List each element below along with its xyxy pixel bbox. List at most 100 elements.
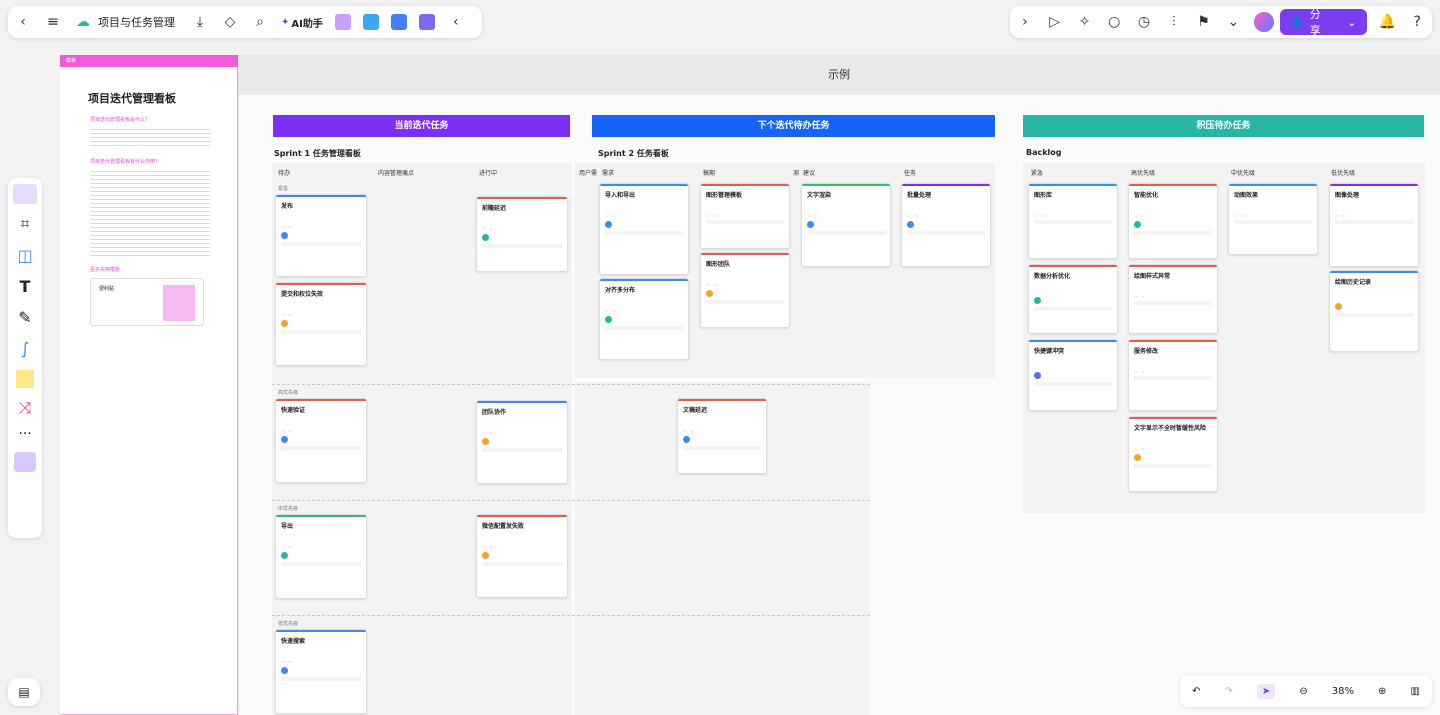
task-card[interactable]: 快速验证: [275, 398, 367, 483]
col-suggest: 建议: [803, 170, 816, 177]
task-card[interactable]: 微信配置发失败: [476, 514, 568, 598]
text-icon[interactable]: T: [8, 277, 42, 296]
task-card[interactable]: 数据分析优化: [1028, 264, 1118, 334]
undo-icon[interactable]: ↶: [1192, 686, 1200, 697]
bell-icon[interactable]: 🔔: [1373, 7, 1403, 37]
task-card[interactable]: 图形团队: [700, 252, 790, 328]
chevron-down-icon[interactable]: ⌄: [1347, 16, 1356, 29]
task-card[interactable]: 文稿延迟: [677, 398, 767, 474]
celebrate-icon[interactable]: ✧: [1070, 7, 1100, 37]
shape-icon[interactable]: ◫: [8, 246, 42, 265]
collapse-icon[interactable]: ‹: [441, 7, 471, 37]
menu-icon[interactable]: ≡: [38, 7, 68, 37]
task-card[interactable]: 图形库: [1028, 183, 1118, 259]
timer-icon[interactable]: ◷: [1129, 7, 1159, 37]
zoom-out-icon[interactable]: ⊖: [1299, 686, 1307, 697]
book-icon[interactable]: ▥: [1410, 686, 1419, 697]
col-req: 需求: [602, 170, 615, 177]
doc-title[interactable]: 项目与任务管理: [98, 14, 175, 30]
lane-low: 低优先级: [278, 621, 299, 627]
zoom-toolbar: ↶ ↷ ➤ ⊖ 38% ⊕ ▥: [1180, 675, 1432, 707]
image-plugin-icon[interactable]: [334, 14, 351, 30]
task-card[interactable]: 导入和导出: [599, 183, 689, 275]
p-plugin-icon[interactable]: [362, 14, 379, 30]
card-title: 快速搜索: [281, 638, 306, 645]
play-icon[interactable]: ▷: [1040, 7, 1070, 37]
card-title: 图像处理: [1335, 192, 1360, 199]
card-title: 动图效果: [1234, 192, 1259, 199]
lane-divider: [272, 384, 870, 385]
col-doing: 进行中: [479, 170, 498, 177]
task-card[interactable]: 绘图历史记录: [1329, 270, 1419, 352]
task-card[interactable]: 快速搜索: [275, 629, 367, 714]
select-icon[interactable]: ➤: [1256, 683, 1276, 699]
lane-mid: 中优先级: [278, 506, 299, 512]
card-title: 图形管理模板: [706, 192, 743, 199]
sticky-template[interactable]: 便利贴: [90, 278, 204, 326]
col-high: 高优先级: [1131, 170, 1156, 177]
sticky-preview: [163, 285, 195, 321]
ai-label: AI助手: [291, 18, 323, 30]
task-card[interactable]: 快捷键冲突: [1028, 339, 1118, 411]
mindmap-plugin-icon[interactable]: [390, 14, 407, 30]
more-down-icon[interactable]: ⌄: [1218, 7, 1248, 37]
sticky-note-icon[interactable]: [16, 370, 34, 388]
more-templates: 更多实用模板: [90, 267, 121, 273]
task-card[interactable]: 服务修改: [1128, 339, 1218, 411]
top-right-toolbar: › ▷ ✧ ○ ◷ ⫶ ⚑ ⌄ 👤 分享 ⌄ 🔔 ?: [1010, 6, 1432, 38]
task-card[interactable]: 发布: [275, 194, 367, 277]
task-card[interactable]: 团队协作: [476, 400, 568, 484]
card-title: 导出: [281, 523, 294, 530]
pen-icon[interactable]: ✎: [8, 308, 42, 327]
col-user: 用户需: [579, 170, 598, 177]
card-title: 文稿延迟: [683, 407, 708, 414]
task-card[interactable]: 动图效果: [1228, 183, 1318, 255]
task-card[interactable]: 文字显示不全时暂缓性风险: [1128, 416, 1218, 492]
card-title: 对齐多分布: [605, 287, 636, 294]
task-card[interactable]: 图像处理: [1329, 183, 1419, 267]
col-task: 任务: [904, 170, 917, 177]
share-button[interactable]: 👤 分享 ⌄: [1280, 8, 1367, 37]
search-icon[interactable]: ⌕: [245, 7, 275, 37]
plugin-icon[interactable]: [14, 452, 36, 472]
task-card[interactable]: 智能优化: [1128, 183, 1218, 259]
zoom-level[interactable]: 38%: [1332, 686, 1354, 697]
task-card[interactable]: 导出: [275, 514, 367, 599]
task-card[interactable]: 对齐多分布: [599, 278, 689, 360]
add-user-icon: 👤: [1290, 15, 1304, 29]
download-icon[interactable]: ⤓: [185, 7, 215, 37]
tag-icon[interactable]: ◇: [215, 7, 245, 37]
avatar[interactable]: [1254, 12, 1275, 32]
back-icon[interactable]: ‹: [8, 7, 38, 37]
redo-icon[interactable]: ↷: [1224, 686, 1232, 697]
page-list-button[interactable]: ▤: [8, 678, 40, 706]
template-icon[interactable]: [13, 184, 37, 204]
task-card[interactable]: 文字渲染: [801, 183, 891, 267]
task-card[interactable]: 批量处理: [901, 183, 991, 267]
zoom-in-icon[interactable]: ⊕: [1378, 686, 1386, 697]
priority-tag: [281, 226, 285, 228]
mindmap-icon[interactable]: ⤨: [8, 398, 42, 418]
card-title: 绘图历史记录: [1335, 279, 1372, 286]
flag-icon[interactable]: ⚑: [1189, 7, 1219, 37]
task-card[interactable]: 绘图样式异常: [1128, 264, 1218, 334]
help-icon[interactable]: ?: [1402, 7, 1432, 37]
more-icon[interactable]: ···: [8, 426, 42, 442]
frame-icon[interactable]: ⌗: [8, 214, 42, 234]
chat-plugin-icon[interactable]: [418, 14, 435, 30]
vote-icon[interactable]: ⫶: [1159, 7, 1189, 37]
col-draft: 稿期: [703, 170, 716, 177]
comment-icon[interactable]: ○: [1099, 7, 1129, 37]
connector-icon[interactable]: ∫: [8, 339, 42, 358]
task-card[interactable]: 前瞻延迟: [476, 196, 568, 272]
ai-assistant-button[interactable]: ✦ AI助手: [281, 15, 323, 30]
lane-divider: [272, 615, 870, 616]
expand-icon[interactable]: ›: [1010, 7, 1040, 37]
card-title: 文字渲染: [807, 192, 832, 199]
page-list-icon: ▤: [18, 685, 30, 699]
task-card[interactable]: 提交和权位失效: [275, 282, 367, 366]
task-card[interactable]: 图形管理模板: [700, 183, 790, 249]
lane-divider: [272, 500, 870, 501]
card-title: 前瞻延迟: [482, 205, 507, 212]
backlog-title: Backlog: [1026, 148, 1062, 157]
